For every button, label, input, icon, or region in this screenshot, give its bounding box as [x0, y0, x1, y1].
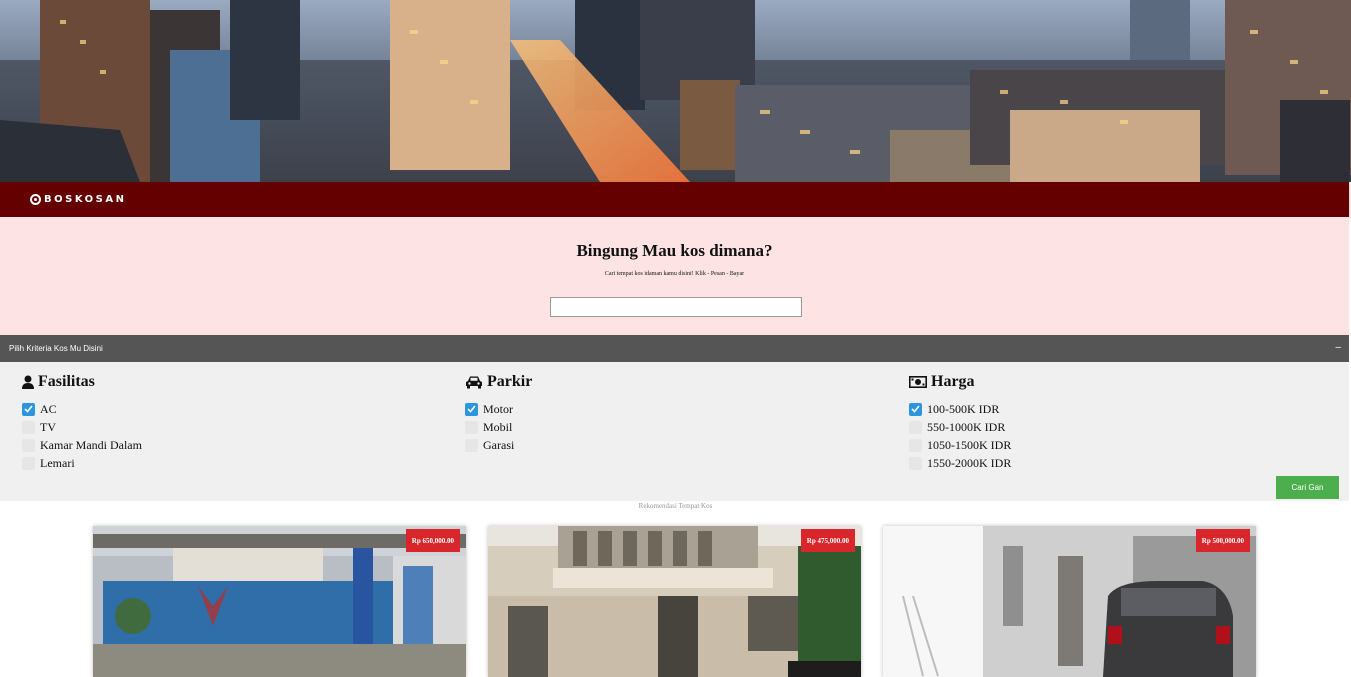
filter-option-1550-2000k[interactable]: 1550-2000K IDR	[909, 454, 1011, 472]
checkbox[interactable]	[909, 420, 922, 434]
filter-option-label: Motor	[483, 401, 513, 416]
money-icon	[909, 376, 927, 388]
filter-option-motor[interactable]: Motor	[465, 400, 532, 418]
filter-option-label: 550-1000K IDR	[927, 419, 1006, 434]
city-skyline-illustration	[0, 0, 1351, 182]
filter-list-parkir: Motor Mobil Garasi	[465, 400, 532, 454]
checkbox[interactable]	[22, 420, 35, 434]
filter-group-parkir: Parkir Motor Mobil Garasi	[465, 372, 532, 454]
price-badge: Rp 650,000.00	[405, 529, 460, 552]
price-badge: Rp 500,000.00	[1195, 529, 1250, 552]
filter-option-ac[interactable]: AC	[22, 400, 142, 418]
checkbox-checked[interactable]	[909, 402, 922, 416]
filter-option-label: 1050-1500K IDR	[927, 437, 1012, 452]
filter-option-label: 1550-2000K IDR	[927, 455, 1012, 470]
filter-group-harga: Harga 100-500K IDR 550-1000K IDR 1050-15…	[909, 372, 1011, 472]
filter-group-fasilitas: Fasilitas AC TV Kamar Mandi Dalam Lemari	[22, 372, 142, 472]
filter-option-lemari[interactable]: Lemari	[22, 454, 142, 472]
filter-option-label: AC	[40, 401, 57, 416]
collapse-toggle[interactable]: –	[1335, 342, 1341, 353]
filter-heading-harga: Harga	[909, 372, 1011, 392]
filter-title-fasilitas: Fasilitas	[38, 373, 95, 390]
car-icon	[465, 375, 483, 389]
filter-option-1050-1500k[interactable]: 1050-1500K IDR	[909, 436, 1011, 454]
filter-title-parkir: Parkir	[487, 373, 533, 390]
kos-card-1[interactable]: Rp 650,000.00	[93, 526, 466, 677]
checkbox[interactable]	[909, 438, 922, 452]
user-icon	[22, 375, 34, 389]
criteria-header[interactable]: Pilih Kriteria Kos Mu Disini –	[0, 335, 1349, 362]
filter-heading-fasilitas: Fasilitas	[22, 372, 142, 392]
hero-banner-image	[0, 0, 1351, 182]
filter-title-harga: Harga	[931, 373, 975, 390]
search-section: Bingung Mau kos dimana? Cari tempat kos …	[0, 217, 1349, 335]
criteria-label: Pilih Kriteria Kos Mu Disini	[9, 344, 103, 353]
filter-option-label: Garasi	[483, 437, 515, 452]
filter-list-harga: 100-500K IDR 550-1000K IDR 1050-1500K ID…	[909, 400, 1011, 472]
kos-card-2[interactable]: Rp 475,000.00	[488, 526, 861, 677]
filter-heading-parkir: Parkir	[465, 372, 532, 392]
brand-name[interactable]: BOSKOSAN	[44, 194, 126, 205]
filter-option-tv[interactable]: TV	[22, 418, 142, 436]
search-title: Bingung Mau kos dimana?	[576, 241, 773, 260]
filter-option-label: Lemari	[40, 455, 75, 470]
checkbox[interactable]	[22, 456, 35, 470]
checkbox-checked[interactable]	[22, 402, 35, 416]
navbar: BOSKOSAN	[0, 182, 1349, 217]
cari-gan-button[interactable]: Cari Gan	[1276, 476, 1339, 499]
checkbox[interactable]	[22, 438, 35, 452]
filter-list-fasilitas: AC TV Kamar Mandi Dalam Lemari	[22, 400, 142, 472]
search-subtitle: Cari tempat kos idaman kamu disini! Klik…	[604, 271, 745, 277]
filter-option-label: Mobil	[483, 419, 513, 434]
checkbox-checked[interactable]	[465, 402, 478, 416]
checkbox[interactable]	[465, 420, 478, 434]
filter-option-garasi[interactable]: Garasi	[465, 436, 532, 454]
filter-option-label: 100-500K IDR	[927, 401, 1000, 416]
price-badge: Rp 475,000.00	[800, 529, 855, 552]
search-input[interactable]	[550, 297, 802, 317]
filter-option-label: TV	[40, 419, 56, 434]
recommendations-title: Rekomendasi Tempat Kos	[638, 502, 713, 510]
circle-logo-icon	[30, 194, 41, 205]
filter-option-100-500k[interactable]: 100-500K IDR	[909, 400, 1011, 418]
filter-option-550-1000k[interactable]: 550-1000K IDR	[909, 418, 1011, 436]
filter-option-mobil[interactable]: Mobil	[465, 418, 532, 436]
kos-card-3[interactable]: Rp 500,000.00	[883, 526, 1256, 677]
filter-panel: Fasilitas AC TV Kamar Mandi Dalam Lemari	[0, 362, 1349, 501]
checkbox[interactable]	[909, 456, 922, 470]
filter-option-label: Kamar Mandi Dalam	[40, 437, 142, 452]
checkbox[interactable]	[465, 438, 478, 452]
filter-option-kamar-mandi-dalam[interactable]: Kamar Mandi Dalam	[22, 436, 142, 454]
